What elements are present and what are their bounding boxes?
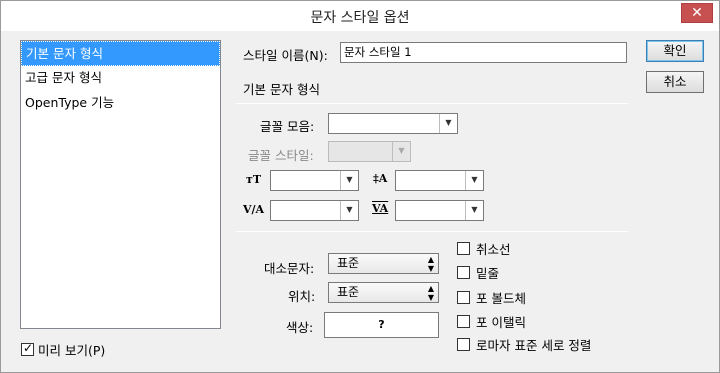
case-select[interactable]: 표준 ▲ ▼ xyxy=(328,253,439,274)
position-select[interactable]: 표준 ▲ ▼ xyxy=(328,282,439,303)
font-size-combo[interactable]: ▼ xyxy=(270,170,359,191)
section-divider-top xyxy=(236,103,628,104)
font-family-label: 글꼴 모음: xyxy=(260,119,315,134)
chevron-down-icon[interactable]: ▼ xyxy=(340,171,358,190)
case-label: 대소문자: xyxy=(264,261,315,276)
color-swatch[interactable]: ? xyxy=(324,312,439,338)
color-label: 색상: xyxy=(286,320,314,335)
faux-bold-checkbox[interactable] xyxy=(457,291,470,304)
close-button[interactable]: ✕ xyxy=(681,3,713,23)
updown-arrows-icon: ▲ ▼ xyxy=(427,255,434,273)
preview-checkbox[interactable] xyxy=(21,341,34,356)
preview-label: 미리 보기(P) xyxy=(38,343,106,358)
cancel-button[interactable]: 취소 xyxy=(646,71,704,93)
character-style-options-dialog: 문자 스타일 옵션 ✕ 기본 문자 형식 고급 문자 형식 OpenType 기… xyxy=(0,0,720,373)
title-bar: 문자 스타일 옵션 ✕ xyxy=(1,1,719,31)
underline-option[interactable]: 밑줄 xyxy=(457,263,499,282)
tracking-icon: VA xyxy=(372,202,389,215)
kerning-icon: V/A xyxy=(243,203,265,216)
chevron-down-icon[interactable]: ▼ xyxy=(340,201,358,220)
faux-bold-label: 포 볼드체 xyxy=(476,291,526,306)
kerning-combo[interactable]: ▼ xyxy=(270,200,359,221)
position-label: 위치: xyxy=(288,289,316,304)
sidebar-item-basic-character-formats[interactable]: 기본 문자 형식 xyxy=(21,41,220,66)
category-list: 기본 문자 형식 고급 문자 형식 OpenType 기능 xyxy=(20,40,221,329)
roman-vertical-checkbox[interactable] xyxy=(457,338,470,351)
case-value: 표준 xyxy=(337,256,360,270)
chevron-down-icon[interactable]: ▼ xyxy=(465,201,483,220)
faux-italic-checkbox[interactable] xyxy=(457,315,470,328)
leading-combo[interactable]: ▼ xyxy=(395,170,484,191)
style-name-label: 스타일 이름(N): xyxy=(243,48,328,63)
preview-toggle[interactable]: 미리 보기(P) xyxy=(21,340,105,359)
roman-vertical-label: 로마자 표준 세로 정렬 xyxy=(476,338,592,353)
position-value: 표준 xyxy=(337,285,360,299)
leading-icon: ‡A xyxy=(373,172,388,185)
underline-label: 밑줄 xyxy=(476,266,500,281)
chevron-down-icon[interactable]: ▼ xyxy=(465,171,483,190)
faux-italic-option[interactable]: 포 이탤릭 xyxy=(457,312,526,331)
section-divider-bottom xyxy=(236,231,628,232)
section-title: 기본 문자 형식 xyxy=(243,82,320,97)
tracking-combo[interactable]: ▼ xyxy=(395,200,484,221)
font-family-combo[interactable]: ▼ xyxy=(328,113,458,134)
chevron-down-icon[interactable]: ▼ xyxy=(439,114,457,133)
chevron-down-icon: ▼ xyxy=(392,142,410,161)
strikethrough-option[interactable]: 취소선 xyxy=(457,239,511,258)
font-style-combo: ▼ xyxy=(328,141,411,162)
sidebar-item-opentype-features[interactable]: OpenType 기능 xyxy=(21,91,220,116)
ok-button[interactable]: 확인 xyxy=(646,40,704,62)
style-name-field[interactable]: 문자 스타일 1 xyxy=(340,42,627,63)
font-size-icon: тT xyxy=(246,173,262,186)
roman-vertical-option[interactable]: 로마자 표준 세로 정렬 xyxy=(457,335,591,354)
faux-bold-option[interactable]: 포 볼드체 xyxy=(457,288,526,307)
strikethrough-checkbox[interactable] xyxy=(457,242,470,255)
faux-italic-label: 포 이탤릭 xyxy=(476,315,526,330)
underline-checkbox[interactable] xyxy=(457,266,470,279)
window-title: 문자 스타일 옵션 xyxy=(310,10,410,26)
font-style-label: 글꼴 스타일: xyxy=(248,148,314,163)
sidebar-item-advanced-character-formats[interactable]: 고급 문자 형식 xyxy=(21,66,220,91)
strikethrough-label: 취소선 xyxy=(476,242,511,257)
updown-arrows-icon: ▲ ▼ xyxy=(427,284,434,302)
